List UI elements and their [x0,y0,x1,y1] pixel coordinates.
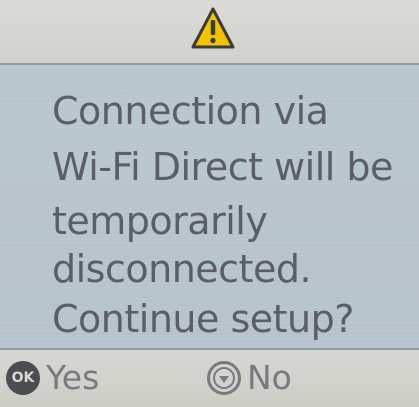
yes-button[interactable]: OK Yes [6,358,99,398]
message-line-2: Wi-Fi Direct will be [52,145,393,189]
no-label: No [247,358,292,397]
printer-dialog-screen: Connection via Wi-Fi Direct will be temp… [0,0,419,407]
message-line-3: temporarily [52,199,268,243]
down-triangle-icon [219,375,229,383]
ok-icon: OK [6,361,40,395]
dialog-footer: OK Yes No [0,348,419,407]
no-button[interactable]: No [207,358,292,398]
warning-icon [191,7,235,49]
dialog-message-area: Connection via Wi-Fi Direct will be temp… [0,65,419,348]
message-line-4: disconnected. [52,247,312,291]
yes-label: Yes [46,358,100,397]
message-line-1: Connection via [52,89,329,133]
message-line-5: Continue setup? [52,297,354,341]
down-circle-icon [207,361,241,395]
down-circle-inner-icon [213,367,235,389]
dialog-header [0,0,419,65]
